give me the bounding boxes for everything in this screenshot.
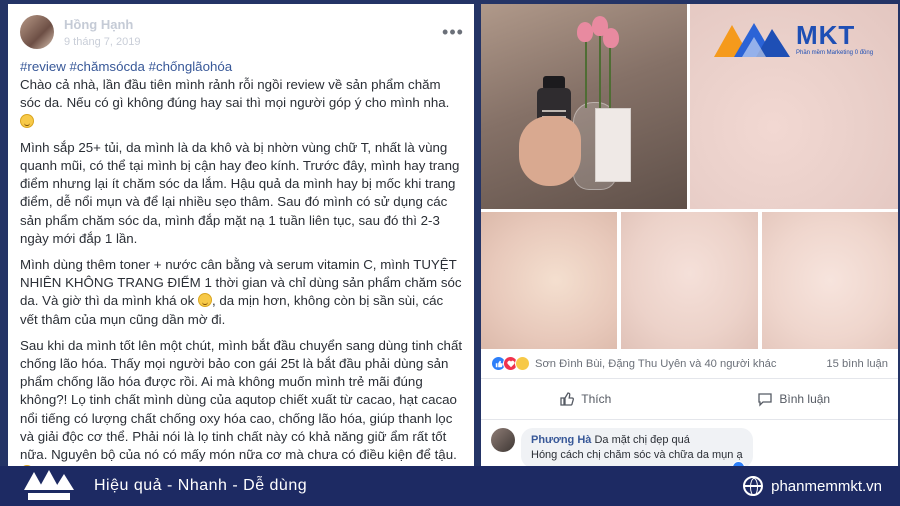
flower-stem bbox=[585, 38, 587, 108]
post-paragraph-1: Chào cả nhà, lần đầu tiên mình rảnh rỗi … bbox=[20, 76, 464, 131]
banner-website[interactable]: phanmemmkt.vn bbox=[743, 476, 882, 496]
post-paragraph-3: Mình dùng thêm toner + nước cân bằng và … bbox=[20, 256, 464, 329]
comment-text-1: Da mặt chị đẹp quá bbox=[594, 434, 690, 446]
comment-bubble: Phương Hà Da mặt chị đẹp quá Hóng cách c… bbox=[521, 428, 753, 474]
mkt-logo-tagline: Phần mềm Marketing 0 đồng bbox=[796, 50, 874, 56]
photo-skin-closeup-4[interactable] bbox=[762, 212, 898, 349]
post-header: Hồng Hạnh 9 tháng 7, 2019 ••• bbox=[8, 4, 474, 58]
comment-button-label: Bình luận bbox=[779, 392, 831, 406]
thumbs-up-icon bbox=[560, 392, 575, 406]
reaction-names[interactable]: Sơn Đình Bùi, Đặng Thu Uyên và 40 người … bbox=[535, 358, 826, 370]
globe-icon bbox=[743, 476, 764, 496]
product-box bbox=[595, 108, 631, 182]
comment-button[interactable]: Bình luận bbox=[690, 391, 899, 407]
commenter-avatar[interactable] bbox=[491, 428, 515, 452]
photo-skin-closeup-2[interactable] bbox=[481, 212, 617, 349]
flower-stem bbox=[609, 44, 611, 108]
mkt-logo-text-block: MKT Phần mềm Marketing 0 đồng bbox=[796, 22, 873, 56]
post-paragraph-1-text: Chào cả nhà, lần đầu tiên mình rảnh rỗi … bbox=[20, 77, 450, 111]
author-name[interactable]: Hồng Hạnh bbox=[64, 17, 442, 32]
flower-stem bbox=[599, 32, 601, 108]
author-block: Hồng Hạnh 9 tháng 7, 2019 bbox=[64, 17, 442, 48]
post-date[interactable]: 9 tháng 7, 2019 bbox=[64, 36, 442, 48]
author-avatar[interactable] bbox=[20, 15, 54, 49]
smile-emoji-icon bbox=[198, 293, 212, 308]
facebook-post: Hồng Hạnh 9 tháng 7, 2019 ••• #review #c… bbox=[8, 4, 474, 466]
post-paragraph-2: Mình sắp 25+ tủi, da mình là da khô và b… bbox=[20, 139, 460, 246]
post-paragraph-4-text: Sau khi da mình tốt lên một chút, mình b… bbox=[20, 337, 463, 463]
banner-slogan: Hiệu quả - Nhanh - Dễ dùng bbox=[94, 477, 308, 494]
mkt-logo-mark-icon bbox=[712, 19, 794, 59]
haha-reaction-icon bbox=[515, 356, 530, 371]
post-hashtags[interactable]: #review #chămsócda #chốnglãohóa bbox=[20, 58, 464, 76]
post-body: #review #chămsócda #chốnglãohóa Chào cả … bbox=[8, 58, 474, 466]
comment-text-2: Hóng cách chị chăm sóc và chữa da mụn ạ bbox=[531, 449, 743, 461]
mkt-logo-text: MKT bbox=[796, 20, 856, 50]
reactions-bar: Sơn Đình Bùi, Đặng Thu Uyên và 40 người … bbox=[481, 349, 898, 379]
reactions-comments-panel: Sơn Đình Bùi, Đặng Thu Uyên và 40 người … bbox=[481, 349, 898, 474]
smile-emoji-icon bbox=[20, 113, 34, 128]
comment-bubble-icon bbox=[758, 393, 773, 407]
post-actions: Thích Bình luận bbox=[481, 379, 898, 420]
more-options-icon[interactable]: ••• bbox=[442, 21, 464, 43]
photo-skin-closeup-3[interactable] bbox=[621, 212, 758, 349]
comment-count[interactable]: 15 bình luận bbox=[826, 358, 888, 370]
tulip-flower bbox=[603, 28, 619, 48]
website-url[interactable]: phanmemmkt.vn bbox=[771, 478, 882, 495]
photo-product-bottle[interactable] bbox=[481, 4, 687, 209]
mkt-logo: MKT Phần mềm Marketing 0 đồng bbox=[712, 16, 884, 62]
tulip-flower bbox=[577, 22, 593, 42]
reaction-icons[interactable] bbox=[491, 356, 530, 371]
promo-banner: Hiệu quả - Nhanh - Dễ dùng phanmemmkt.vn bbox=[0, 466, 900, 506]
post-paragraph-4: Sau khi da mình tốt lên một chút, mình b… bbox=[20, 337, 464, 466]
like-button-label: Thích bbox=[581, 392, 612, 406]
post-photos-grid: MKT Phần mềm Marketing 0 đồng bbox=[481, 4, 898, 349]
hand-shape bbox=[519, 116, 581, 186]
comment-line-1: Phương Hà Da mặt chị đẹp quá bbox=[531, 433, 743, 448]
like-button[interactable]: Thích bbox=[481, 391, 690, 407]
mkt-banner-logo-icon bbox=[18, 466, 80, 506]
commenter-name[interactable]: Phương Hà bbox=[531, 434, 591, 446]
